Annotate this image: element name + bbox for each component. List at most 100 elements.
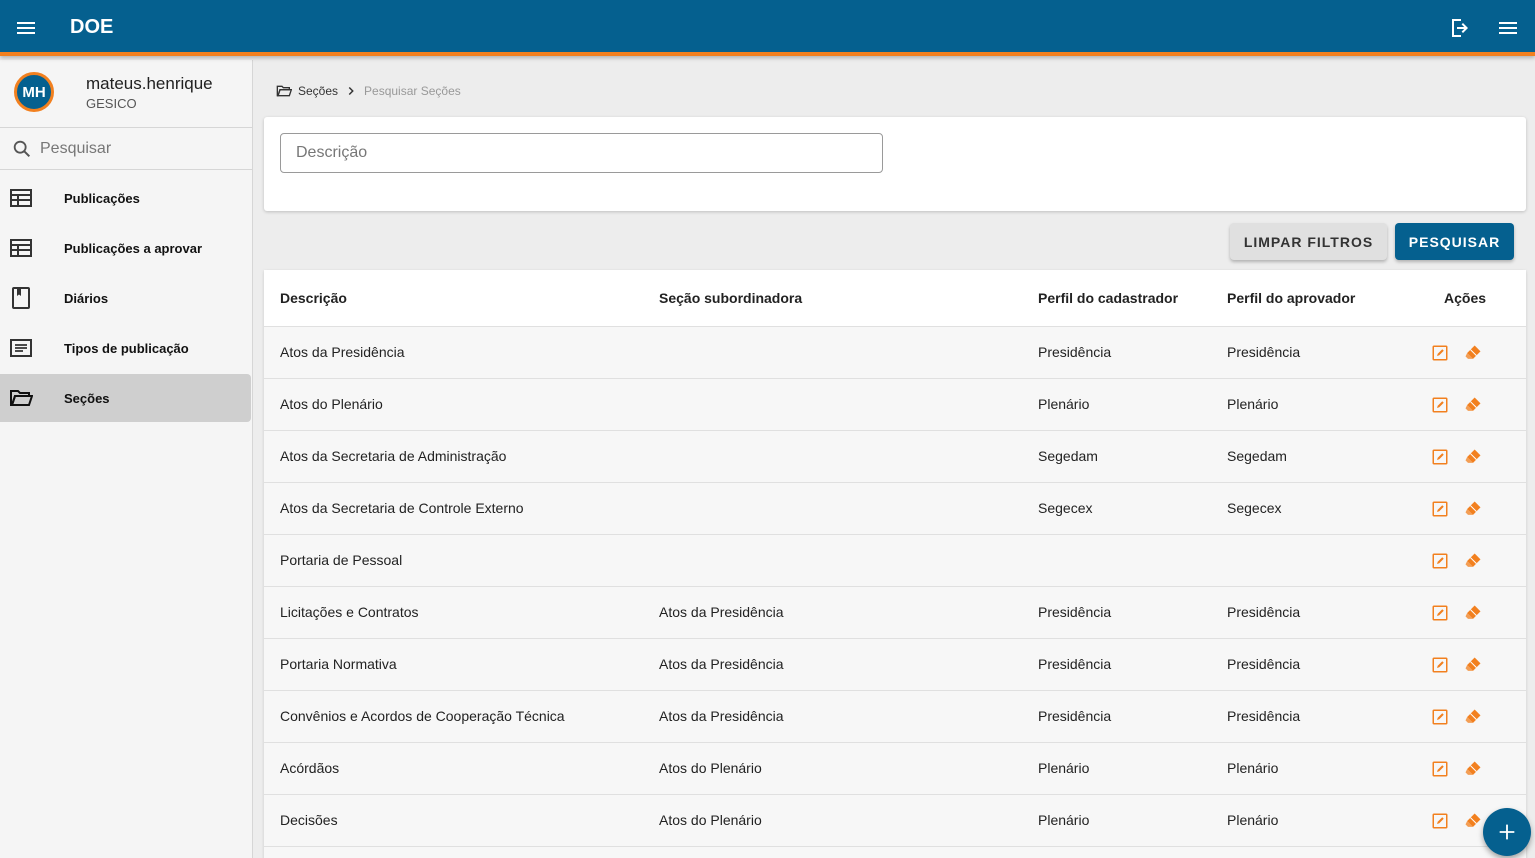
- cell-perfil-cadastrador: Presidência: [1038, 708, 1112, 724]
- add-icon: [1499, 824, 1515, 840]
- eraser-icon[interactable]: [1463, 811, 1483, 831]
- cell-perfil-cadastrador: Segecex: [1038, 500, 1093, 516]
- menu-icon[interactable]: [1496, 16, 1520, 40]
- table-row[interactable]: Atos da Secretaria de Administração Seged…: [264, 431, 1526, 483]
- cell-perfil-cadastrador: Plenário: [1038, 396, 1090, 412]
- main-content: Seções Pesquisar Seções LIMPAR FILTROS P…: [254, 60, 1535, 858]
- edit-icon[interactable]: [1431, 344, 1449, 362]
- table-row[interactable]: Atos do Plenário Plenário Plenário: [264, 379, 1526, 431]
- edit-icon[interactable]: [1431, 448, 1449, 466]
- cell-secao-subordinadora: Atos da Presidência: [659, 708, 784, 724]
- breadcrumb-section-link[interactable]: Seções: [298, 84, 338, 98]
- cell-descricao: Convênios e Acordos de Cooperação Técnic…: [280, 708, 565, 724]
- table-icon: [10, 239, 32, 257]
- cell-secao-subordinadora: Atos do Plenário: [659, 760, 762, 776]
- eraser-icon[interactable]: [1463, 759, 1483, 779]
- cell-perfil-aprovador: Segecex: [1227, 500, 1282, 516]
- cell-perfil-aprovador: Presidência: [1227, 344, 1301, 360]
- sidebar-item-label: Tipos de publicação: [64, 340, 189, 356]
- edit-icon[interactable]: [1431, 604, 1449, 622]
- eraser-icon[interactable]: [1463, 551, 1483, 571]
- cell-perfil-cadastrador: Plenário: [1038, 760, 1090, 776]
- user-name: mateus.henrique: [86, 74, 213, 93]
- edit-icon[interactable]: [1431, 760, 1449, 778]
- sidebar-item-secoes[interactable]: Seções: [0, 374, 251, 422]
- table-row[interactable]: Convênios e Acordos de Cooperação Técnic…: [264, 691, 1526, 743]
- user-org: GESICO: [86, 96, 137, 111]
- filter-card: [264, 117, 1526, 211]
- cell-descricao: Portaria Normativa: [280, 656, 397, 672]
- eraser-icon[interactable]: [1463, 343, 1483, 363]
- cell-perfil-aprovador: Plenário: [1227, 760, 1279, 776]
- sidebar-item-label: Seções: [64, 390, 110, 406]
- sidebar-item-publicacoes[interactable]: Publicações: [0, 174, 252, 222]
- cell-secao-subordinadora: Atos do Plenário: [659, 812, 762, 828]
- breadcrumb-current: Pesquisar Seções: [364, 84, 461, 98]
- table-header: Descrição Seção subordinadora Perfil do …: [264, 270, 1526, 327]
- edit-icon[interactable]: [1431, 708, 1449, 726]
- user-profile: MH mateus.henrique GESICO: [0, 60, 252, 128]
- cell-perfil-cadastrador: Presidência: [1038, 604, 1112, 620]
- eraser-icon[interactable]: [1463, 603, 1483, 623]
- sidebar-search-input[interactable]: [40, 136, 240, 162]
- sidebar-item-label: Publicações a aprovar: [64, 240, 203, 256]
- cell-perfil-aprovador: Segedam: [1227, 448, 1287, 464]
- cell-perfil-cadastrador: Presidência: [1038, 656, 1112, 672]
- cell-perfil-aprovador: Plenário: [1227, 812, 1279, 828]
- sidebar-item-publicacoes-a-aprovar[interactable]: Publicações a aprovar: [0, 224, 252, 272]
- column-header-descricao[interactable]: Descrição: [280, 290, 347, 306]
- cell-perfil-aprovador: Presidência: [1227, 708, 1301, 724]
- sidebar-item-label: Diários: [64, 290, 109, 306]
- avatar[interactable]: MH: [14, 72, 54, 112]
- edit-icon[interactable]: [1431, 656, 1449, 674]
- cell-perfil-cadastrador: Presidência: [1038, 344, 1112, 360]
- logout-icon[interactable]: [1448, 16, 1472, 40]
- add-section-button[interactable]: [1483, 808, 1531, 856]
- eraser-icon[interactable]: [1463, 395, 1483, 415]
- table-row[interactable]: Acórdãos Atos do Plenário Plenário Plenário: [264, 743, 1526, 795]
- search-button[interactable]: PESQUISAR: [1395, 223, 1514, 260]
- sections-table: Descrição Seção subordinadora Perfil do …: [264, 270, 1526, 858]
- edit-icon[interactable]: [1431, 552, 1449, 570]
- cell-perfil-cadastrador: Segedam: [1038, 448, 1098, 464]
- table-row[interactable]: Licitações e Contratos Atos da Presidênci…: [264, 587, 1526, 639]
- cell-descricao: Acórdãos: [280, 760, 340, 776]
- cell-descricao: Licitações e Contratos: [280, 604, 419, 620]
- table-row[interactable]: Portaria de Pessoal: [264, 535, 1526, 587]
- edit-icon[interactable]: [1431, 500, 1449, 518]
- table-row[interactable]: Atos da Secretaria de Controle Externo Se…: [264, 483, 1526, 535]
- cell-descricao: Atos da Secretaria de Controle Externo: [280, 500, 524, 516]
- book-icon: [12, 287, 30, 309]
- menu-icon[interactable]: [14, 16, 38, 40]
- clear-filters-button[interactable]: LIMPAR FILTROS: [1230, 223, 1387, 260]
- edit-icon[interactable]: [1431, 812, 1449, 830]
- eraser-icon[interactable]: [1463, 447, 1483, 467]
- cell-secao-subordinadora: Atos da Presidência: [659, 656, 784, 672]
- article-icon: [10, 339, 32, 357]
- cell-secao-subordinadora: Atos da Presidência: [659, 604, 784, 620]
- column-header-secao-subordinadora[interactable]: Seção subordinadora: [659, 290, 802, 306]
- eraser-icon[interactable]: [1463, 655, 1483, 675]
- cell-descricao: Atos da Secretaria de Administração: [280, 448, 507, 464]
- chevron-right-icon: [348, 86, 354, 96]
- sidebar-item-diarios[interactable]: Diários: [0, 274, 252, 322]
- sidebar-item-tipos-de-publicacao[interactable]: Tipos de publicação: [0, 324, 252, 372]
- table-row[interactable]: Portaria Normativa Atos da Presidência Pre…: [264, 639, 1526, 691]
- cell-descricao: Portaria de Pessoal: [280, 552, 403, 568]
- app-bar: DOE: [0, 0, 1535, 56]
- eraser-icon[interactable]: [1463, 707, 1483, 727]
- column-header-acoes: Ações: [1444, 290, 1487, 306]
- column-header-perfil-aprovador[interactable]: Perfil do aprovador: [1227, 290, 1355, 306]
- cell-perfil-aprovador: Presidência: [1227, 656, 1301, 672]
- sidebar: MH mateus.henrique GESICO Publicações Pu…: [0, 60, 253, 858]
- table-row[interactable]: Decisões Atos do Plenário Plenário Plenário: [264, 795, 1526, 847]
- folder-open-icon: [10, 390, 33, 406]
- edit-icon[interactable]: [1431, 396, 1449, 414]
- breadcrumb: Seções Pesquisar Seções: [276, 82, 461, 100]
- descricao-filter-input[interactable]: [280, 133, 883, 173]
- table-row[interactable]: Atos da Presidência Presidência Presidênci…: [264, 327, 1526, 379]
- table-icon: [10, 189, 32, 207]
- eraser-icon[interactable]: [1463, 499, 1483, 519]
- column-header-perfil-cadastrador[interactable]: Perfil do cadastrador: [1038, 290, 1178, 306]
- cell-perfil-cadastrador: Plenário: [1038, 812, 1090, 828]
